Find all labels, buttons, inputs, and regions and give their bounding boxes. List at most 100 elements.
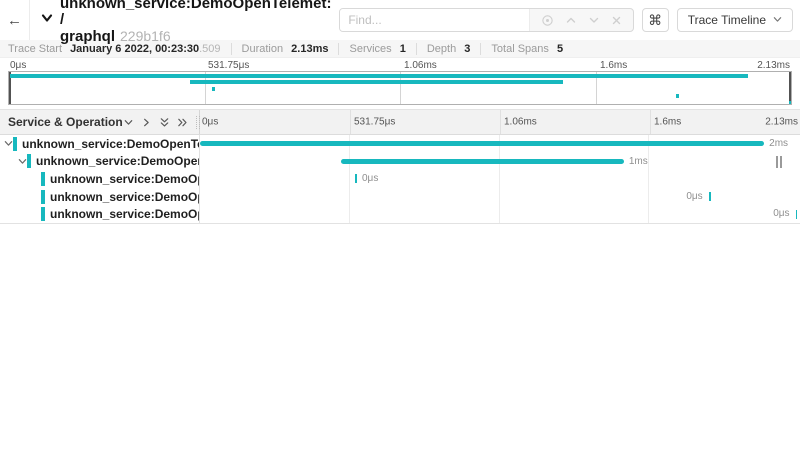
timeline-header-row: Service & Operation 0μs531.75μs1.06ms1.6…	[0, 109, 800, 135]
tick-label: 1.06ms	[404, 60, 437, 71]
collapse-all-icon[interactable]	[159, 117, 170, 128]
minimap-span-bar	[10, 74, 748, 78]
page-title: unknown_service:DemoOpenTelemet: / graph…	[60, 0, 339, 45]
summary-item-value: 1	[400, 43, 406, 55]
back-button[interactable]: ←	[0, 0, 30, 40]
service-color-bar	[41, 207, 45, 221]
span-service-name: unknown_service:DemoOpenTelemet	[22, 137, 200, 151]
span-track[interactable]: 1ms	[200, 153, 797, 171]
span-track[interactable]: 0μs	[200, 205, 797, 223]
find-group	[339, 8, 633, 32]
chevron-down-icon	[40, 11, 54, 30]
close-icon[interactable]	[611, 15, 622, 26]
span-name-cell[interactable]: unknown_service:DemoOpenTelemet /gra…	[0, 135, 200, 153]
summary-item: Depth 3	[427, 43, 471, 55]
span-end-marker	[776, 156, 782, 168]
service-color-bar	[27, 154, 31, 168]
chevron-down-icon[interactable]	[18, 157, 27, 166]
grid-line	[500, 110, 501, 134]
span-track[interactable]: 0μs	[200, 188, 797, 206]
tick-label: 2.13ms	[757, 60, 790, 71]
collapse-one-icon[interactable]	[123, 117, 134, 128]
summary-item-suffix: .509	[199, 43, 220, 55]
span-duration-label: 0μs	[686, 192, 702, 202]
focus-icon[interactable]	[541, 14, 554, 27]
grid-line	[350, 110, 351, 134]
trace-summary: Trace Start January 6 2022, 00:23:30.509…	[0, 40, 800, 58]
chevron-down-icon[interactable]	[588, 14, 600, 26]
trace-collapse-toggle[interactable]	[40, 11, 54, 30]
span-rows: unknown_service:DemoOpenTelemet /gra… 2m…	[0, 135, 800, 224]
find-input[interactable]	[340, 9, 529, 31]
summary-divider	[416, 43, 417, 55]
span-bar[interactable]	[341, 159, 624, 164]
tick-label: 531.75μs	[208, 60, 249, 71]
span-bar[interactable]	[796, 210, 798, 219]
span-service-name: unknown_service:DemoOpenTele…	[50, 190, 200, 204]
span-bar[interactable]	[355, 174, 357, 183]
summary-item: Duration 2.13ms	[242, 43, 329, 55]
span-track[interactable]: 2ms	[200, 135, 797, 153]
trace-page-header: ← unknown_service:DemoOpenTelemet: / gra…	[0, 0, 800, 40]
column-title: Service & Operation	[8, 115, 123, 129]
span-duration-label: 1ms	[629, 157, 648, 167]
span-track[interactable]: 0μs	[200, 170, 797, 188]
tick-label: 0μs	[10, 60, 26, 71]
tick-label: 0μs	[202, 117, 218, 128]
span-name-cell[interactable]: unknown_service:DemoOpenTele…	[0, 205, 200, 223]
minimap-right-handle[interactable]	[789, 72, 791, 104]
summary-divider	[480, 43, 481, 55]
span-row[interactable]: unknown_service:DemoOpenTele… 0μs	[0, 205, 800, 223]
grid-line	[650, 110, 651, 134]
span-row[interactable]: unknown_service:DemoOpenTele… 0μs	[0, 170, 800, 188]
span-duration-label: 0μs	[773, 209, 789, 219]
span-name-cell[interactable]: unknown_service:DemoOpenTele…	[0, 170, 200, 188]
summary-item-label: Total Spans	[491, 43, 552, 55]
summary-item-value: January 6 2022, 00:23:30	[70, 43, 199, 55]
span-row[interactable]: unknown_service:DemoOpenTelemet … 1ms	[0, 153, 800, 171]
expand-one-icon[interactable]	[141, 117, 152, 128]
chevron-up-icon[interactable]	[565, 14, 577, 26]
keyboard-shortcuts-button[interactable]: ⌘	[642, 8, 669, 32]
span-name-cell[interactable]: unknown_service:DemoOpenTelemet …	[0, 153, 200, 171]
span-bar[interactable]	[709, 192, 711, 201]
expand-all-icon[interactable]	[177, 117, 188, 128]
timeline-collapse-controls	[123, 117, 188, 128]
summary-item-label: Duration	[242, 43, 287, 55]
service-color-bar	[41, 172, 45, 186]
trace-view-selector[interactable]: Trace Timeline	[677, 8, 793, 32]
find-controls	[530, 9, 633, 31]
minimap-canvas[interactable]	[8, 71, 792, 105]
summary-item-label: Depth	[427, 43, 459, 55]
summary-item: Total Spans 5	[491, 43, 563, 55]
summary-divider	[231, 43, 232, 55]
minimap-span-dot	[212, 87, 215, 91]
chevron-down-icon[interactable]	[4, 139, 13, 148]
summary-item-value: 2.13ms	[291, 43, 328, 55]
span-service-name: unknown_service:DemoOpenTele…	[50, 207, 200, 221]
command-icon: ⌘	[648, 12, 662, 29]
span-name-cell[interactable]: unknown_service:DemoOpenTele…	[0, 188, 200, 206]
summary-item: Services 1	[349, 43, 405, 55]
tick-label: 2.13ms	[765, 117, 798, 128]
span-service-name: unknown_service:DemoOpenTelemet	[36, 154, 200, 168]
span-duration-label: 0μs	[362, 174, 378, 184]
span-bar[interactable]	[200, 141, 764, 146]
minimap-span-dot	[789, 101, 792, 105]
summary-item-label: Trace Start	[8, 43, 65, 55]
chevron-down-icon	[773, 13, 782, 27]
span-row[interactable]: unknown_service:DemoOpenTele… 0μs	[0, 188, 800, 206]
timeline-ticks-header: 0μs531.75μs1.06ms1.6ms2.13ms	[200, 110, 800, 134]
summary-item-label: Services	[349, 43, 394, 55]
summary-item: Trace Start January 6 2022, 00:23:30.509	[8, 43, 221, 55]
service-color-bar	[41, 190, 45, 204]
summary-item-value: 5	[557, 43, 563, 55]
page-title-line1: unknown_service:DemoOpenTelemet: /	[60, 0, 339, 28]
summary-divider	[338, 43, 339, 55]
service-color-bar	[13, 137, 17, 151]
trace-id: 229b1f6	[120, 28, 171, 44]
summary-item-value: 3	[464, 43, 470, 55]
service-operation-header: Service & Operation	[0, 110, 200, 134]
span-row[interactable]: unknown_service:DemoOpenTelemet /gra… 2m…	[0, 135, 800, 153]
minimap-tick-labels: 0μs531.75μs1.06ms1.6ms2.13ms	[8, 60, 792, 71]
